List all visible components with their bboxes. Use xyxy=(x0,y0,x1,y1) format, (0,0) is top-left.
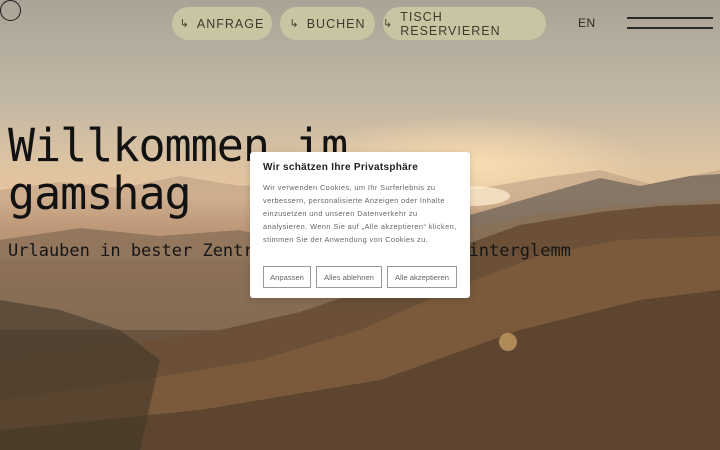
anfrage-button[interactable]: ↳ ANFRAGE xyxy=(172,7,272,40)
cookie-button-row: Anpassen Alles ablehnen Alle akzeptieren xyxy=(263,266,457,288)
arrow-down-right-icon: ↳ xyxy=(289,18,300,30)
cookie-consent-dialog: Wir schätzen Ihre Privatsphäre Wir verwe… xyxy=(250,152,470,298)
cookie-dialog-title: Wir schätzen Ihre Privatsphäre xyxy=(263,162,419,173)
menu-line-icon xyxy=(627,17,713,19)
tisch-reservieren-label: TISCH RESERVIEREN xyxy=(400,9,501,38)
cookie-dialog-text: Wir verwenden Cookies, um Ihr Surferlebn… xyxy=(263,183,457,244)
customize-cookies-button[interactable]: Anpassen xyxy=(263,266,311,288)
reject-all-cookies-button[interactable]: Alles ablehnen xyxy=(316,266,382,288)
menu-line-icon xyxy=(627,27,713,29)
buchen-label: BUCHEN xyxy=(306,16,366,31)
tisch-reservieren-button[interactable]: ↳ TISCH RESERVIEREN xyxy=(383,7,546,40)
hamburger-menu-button[interactable] xyxy=(624,10,716,34)
accept-all-cookies-button[interactable]: Alle akzeptieren xyxy=(387,266,457,288)
arrow-down-right-icon: ↳ xyxy=(179,18,190,30)
arrow-down-right-icon: ↳ xyxy=(383,18,394,30)
anfrage-label: ANFRAGE xyxy=(196,16,265,31)
logo-circle-icon[interactable] xyxy=(0,0,21,21)
language-switch-en[interactable]: EN xyxy=(578,16,596,30)
buchen-button[interactable]: ↳ BUCHEN xyxy=(280,7,375,40)
